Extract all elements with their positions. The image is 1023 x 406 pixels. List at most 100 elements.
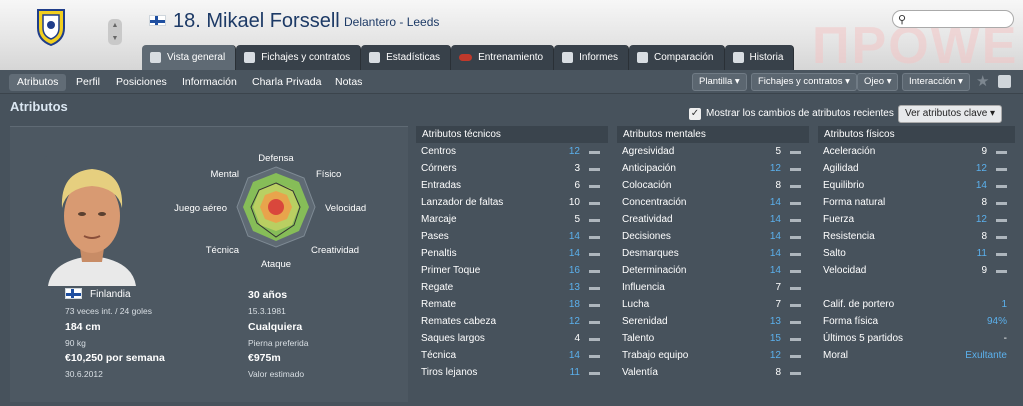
- attribute-name: Entradas: [421, 180, 462, 191]
- interaccion-dropdown[interactable]: Interacción ▾: [902, 73, 970, 91]
- attribute-value: 94%: [986, 316, 1007, 327]
- attribute-value: 14: [769, 248, 781, 259]
- caps: 73 veces int. / 24 goles: [65, 306, 152, 316]
- attribute-trend-icon: [790, 151, 801, 154]
- attribute-value: 8: [981, 197, 987, 208]
- attribute-trend-icon: [790, 321, 801, 324]
- next-player-icon[interactable]: ▼: [108, 32, 122, 45]
- attribute-row: Tiros lejanos 11: [416, 364, 608, 381]
- attribute-row: Calif. de portero 1: [818, 296, 1015, 313]
- attribute-trend-icon: [589, 219, 600, 222]
- subnav-atributos[interactable]: Atributos: [9, 74, 67, 91]
- attribute-trend-icon: [589, 338, 600, 341]
- tab-entrenamiento[interactable]: Entrenamiento: [451, 45, 555, 70]
- attribute-row: Córners 3: [416, 160, 608, 177]
- attribute-trend-icon: [790, 185, 801, 188]
- attribute-row: Velocidad 9: [818, 262, 1015, 279]
- attribute-value: 14: [769, 265, 781, 276]
- add-note-icon[interactable]: [998, 75, 1011, 88]
- fichajes-dropdown[interactable]: Fichajes y contratos ▾: [751, 73, 857, 91]
- attribute-value: 14: [975, 180, 987, 191]
- attribute-value: 1: [1001, 299, 1007, 310]
- plantilla-dropdown[interactable]: Plantilla ▾: [692, 73, 747, 91]
- tab-informes[interactable]: Informes: [554, 45, 630, 70]
- attribute-row: Técnica 14: [416, 347, 608, 364]
- attribute-name: Saques largos: [421, 333, 485, 344]
- subnav-notas[interactable]: Notas: [327, 74, 370, 91]
- tab-historia[interactable]: Historia: [724, 45, 795, 70]
- player-position[interactable]: Delantero - Leeds: [344, 15, 439, 29]
- tab-vista-general[interactable]: Vista general: [142, 45, 237, 70]
- attribute-name: Valentía: [622, 367, 658, 378]
- attribute-trend-icon: [589, 151, 600, 154]
- attribute-value: 8: [775, 180, 781, 191]
- player-photo: [44, 156, 140, 286]
- nationality[interactable]: Finlandia: [90, 289, 131, 300]
- ojeo-dropdown[interactable]: Ojeo ▾: [857, 73, 899, 91]
- attribute-value: 7: [775, 299, 781, 310]
- finland-flag-icon: [149, 15, 166, 26]
- attribute-trend-icon: [589, 185, 600, 188]
- attribute-row: Influencia 7: [617, 279, 809, 296]
- attribute-value: 8: [981, 231, 987, 242]
- attribute-row: Salto 11: [818, 245, 1015, 262]
- tab-estadisticas[interactable]: Estadísticas: [361, 45, 452, 70]
- key-attributes-button[interactable]: Ver atributos clave ▾: [898, 105, 1003, 123]
- attribute-name: Agilidad: [823, 163, 859, 174]
- attribute-name: Salto: [823, 248, 846, 259]
- attribute-value: 6: [574, 180, 580, 191]
- attribute-trend-icon: [790, 236, 801, 239]
- attribute-value: 16: [568, 265, 580, 276]
- attribute-name: Pases: [421, 231, 449, 242]
- player-switcher[interactable]: ▲ ▼: [108, 19, 122, 45]
- height: 184 cm: [65, 321, 101, 333]
- attribute-row: Decisiones 14: [617, 228, 809, 245]
- radar-label-defensa: Defensa: [258, 153, 294, 164]
- attribute-name: Últimos 5 partidos: [823, 333, 904, 344]
- mental-attributes-header: Atributos mentales: [617, 126, 809, 143]
- attribute-row: Remates cabeza 12: [416, 313, 608, 330]
- subnav-perfil[interactable]: Perfil: [68, 74, 108, 91]
- attribute-value: 4: [574, 333, 580, 344]
- attribute-trend-icon: [790, 338, 801, 341]
- contract-end: 30.6.2012: [65, 369, 103, 379]
- tab-comparacion[interactable]: Comparación: [629, 45, 725, 70]
- attribute-name: Desmarques: [622, 248, 679, 259]
- physical-attributes-header: Atributos físicos: [818, 126, 1015, 143]
- search-input[interactable]: ⚲: [892, 10, 1014, 28]
- attribute-trend-icon: [996, 219, 1007, 222]
- page-title: Atributos: [10, 99, 68, 114]
- radar-label-velocidad: Velocidad: [325, 203, 366, 214]
- subnav-informacion[interactable]: Información: [174, 74, 245, 91]
- attribute-row: Determinación 14: [617, 262, 809, 279]
- preferred-foot-label: Pierna preferida: [248, 338, 309, 348]
- mental-attributes-panel: Atributos mentales Agresividad 5 Anticipac…: [617, 126, 809, 381]
- attribute-trend-icon: [790, 168, 801, 171]
- attribute-name: Anticipación: [622, 163, 676, 174]
- attribute-row: Desmarques 14: [617, 245, 809, 262]
- attribute-row: Valentía 8: [617, 364, 809, 381]
- attribute-value: 5: [574, 214, 580, 225]
- attribute-row: Talento 15: [617, 330, 809, 347]
- attribute-name: Forma física: [823, 316, 879, 327]
- attribute-value: 13: [769, 316, 781, 327]
- estimated-value-label: Valor estimado: [248, 369, 305, 379]
- subnav-posiciones[interactable]: Posiciones: [108, 74, 175, 91]
- attribute-value: 7: [775, 282, 781, 293]
- attribute-trend-icon: [790, 202, 801, 205]
- previous-player-icon[interactable]: ▲: [108, 19, 122, 32]
- attribute-name: Tiros lejanos: [421, 367, 478, 378]
- attribute-row: Entradas 6: [416, 177, 608, 194]
- subnav-charla-privada[interactable]: Charla Privada: [244, 74, 329, 91]
- recent-changes-checkbox[interactable]: ✓: [689, 108, 701, 120]
- radar-label-mental: Mental: [210, 169, 239, 180]
- overview-icon: [150, 52, 161, 63]
- tab-fichajes[interactable]: Fichajes y contratos: [236, 45, 362, 70]
- attribute-value: 11: [976, 248, 987, 259]
- attribute-row: Colocación 8: [617, 177, 809, 194]
- attribute-name: Decisiones: [622, 231, 671, 242]
- attribute-name: Calif. de portero: [823, 299, 895, 310]
- attribute-value: 9: [981, 146, 987, 157]
- star-icon[interactable]: ★: [976, 72, 989, 90]
- attribute-name: Agresividad: [622, 146, 675, 157]
